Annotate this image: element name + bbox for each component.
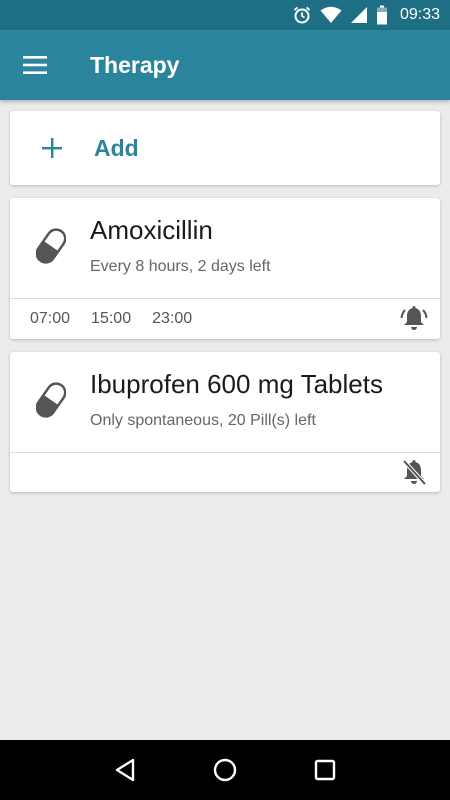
recents-square-icon (314, 759, 336, 781)
back-button[interactable] (105, 750, 145, 790)
add-icon-wrapper (10, 138, 94, 158)
navigation-bar (0, 740, 450, 800)
app-bar: Therapy (0, 30, 450, 100)
home-circle-icon (213, 758, 237, 782)
add-label: Add (94, 134, 139, 161)
medication-times-row: 07:00 15:00 23:00 (10, 298, 440, 338)
signal-icon (350, 7, 367, 23)
status-bar: 09:33 (0, 0, 450, 30)
alarm-clock-icon (293, 6, 311, 24)
medication-card-header: Ibuprofen 600 mg Tablets Only spontaneou… (10, 352, 440, 452)
pill-icon (36, 228, 66, 264)
alarm-active-icon[interactable] (400, 306, 428, 332)
menu-button[interactable] (0, 30, 70, 100)
dose-time: 07:00 (30, 309, 71, 327)
hamburger-menu-icon (23, 56, 47, 74)
dose-time: 23:00 (152, 309, 193, 327)
dose-time: 15:00 (91, 309, 132, 327)
medication-card-amoxicillin[interactable]: Amoxicillin Every 8 hours, 2 days left 0… (10, 198, 440, 339)
page-title: Therapy (90, 51, 180, 78)
medication-schedule: Every 8 hours, 2 days left (90, 258, 271, 275)
medication-schedule: Only spontaneous, 20 Pill(s) left (90, 412, 316, 429)
wifi-icon (320, 6, 342, 23)
pill-icon (36, 382, 66, 418)
status-time: 09:33 (399, 6, 440, 23)
medication-card-header: Amoxicillin Every 8 hours, 2 days left (10, 198, 440, 298)
add-medication-button[interactable]: Add (10, 111, 440, 185)
recents-button[interactable] (305, 750, 345, 790)
back-triangle-icon (115, 758, 135, 782)
alarm-off-icon[interactable] (400, 460, 428, 486)
battery-icon (376, 5, 387, 25)
medication-times-row (10, 452, 440, 492)
medication-name: Ibuprofen 600 mg Tablets (90, 369, 383, 399)
home-button[interactable] (205, 750, 245, 790)
medication-card-ibuprofen[interactable]: Ibuprofen 600 mg Tablets Only spontaneou… (10, 352, 440, 492)
medication-name: Amoxicillin (90, 215, 213, 245)
plus-icon (42, 138, 62, 158)
